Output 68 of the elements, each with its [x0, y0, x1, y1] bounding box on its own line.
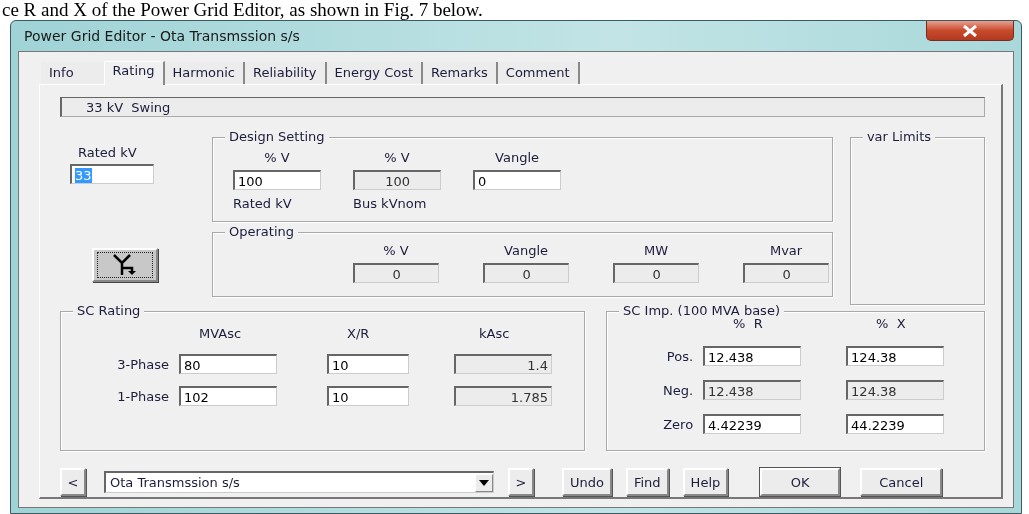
column-header: kAsc	[478, 326, 510, 342]
tab[interactable]: Rating	[103, 61, 165, 85]
row-label: 1-Phase	[116, 388, 170, 404]
caret-icon[interactable]	[475, 473, 493, 492]
group-title: SC Imp. (100 MVA base)	[623, 303, 780, 318]
dialog-button[interactable]: Undo	[562, 468, 612, 496]
input-field[interactable]: 10	[327, 386, 409, 406]
group-title: var Limits	[866, 129, 932, 144]
input-field[interactable]: 100	[233, 170, 322, 190]
dialog-button[interactable]: Cancel	[860, 468, 943, 496]
field-label: % V	[264, 150, 290, 166]
station-dropdown[interactable]: Ota Transmssion s/s	[104, 471, 494, 493]
field-label: Vangle	[495, 150, 539, 166]
tab[interactable]: Info	[41, 62, 104, 84]
group-title: SC Rating	[77, 303, 141, 318]
tab[interactable]: Reliability	[245, 62, 327, 84]
next-button[interactable]: >	[508, 468, 534, 496]
input-field[interactable]: 0	[353, 263, 440, 284]
input-field[interactable]: 1.4	[454, 354, 552, 374]
input-field[interactable]: 124.38	[846, 346, 945, 366]
input-field[interactable]: 0	[743, 263, 830, 284]
column-header: % X	[875, 316, 906, 332]
tab[interactable]: Comment	[497, 62, 580, 84]
field-label: % V	[383, 243, 409, 260]
input-field[interactable]: 124.38	[846, 380, 945, 400]
input-field[interactable]: 44.2239	[846, 414, 945, 434]
field-caption: Bus kVnom	[353, 196, 427, 211]
group-title: Operating	[229, 224, 295, 240]
field-label: Rated kV	[78, 145, 137, 161]
row-label: 3-Phase	[116, 356, 170, 372]
tab[interactable]: Remarks	[423, 62, 498, 84]
input-field[interactable]: 102	[179, 386, 277, 406]
row-label: Zero	[662, 416, 695, 432]
tab[interactable]: Energy Cost	[326, 62, 424, 84]
wye-arrow-icon	[112, 254, 138, 276]
input-field[interactable]: 12.438	[703, 346, 802, 366]
input-field[interactable]: 1.785	[454, 386, 552, 406]
status-field: 33 kV Swing	[60, 97, 985, 117]
field-caption: Rated kV	[233, 196, 292, 211]
column-header: % R	[732, 316, 763, 332]
input-field[interactable]: 4.42239	[703, 414, 802, 434]
input-field[interactable]: 100	[353, 170, 442, 190]
field-label: Mvar	[769, 243, 803, 260]
column-header: X/R	[346, 326, 370, 342]
column-header: MVAsc	[198, 326, 242, 342]
document-text: ce R and X of the Power Grid Editor, as shown in Fig. 7 below.	[1, 0, 484, 20]
input-field[interactable]: 0	[473, 170, 562, 190]
tab[interactable]: Harmonic	[164, 62, 245, 84]
field-label: Vangle	[504, 243, 548, 260]
row-label: Pos.	[665, 348, 695, 364]
input-field[interactable]: 0	[613, 263, 700, 284]
input-field[interactable]: 80	[179, 354, 277, 374]
input-field[interactable]: 0	[483, 263, 570, 284]
input-field[interactable]: 12.438	[703, 380, 802, 400]
dialog-button[interactable]: Find	[625, 468, 669, 496]
close-button[interactable]	[926, 21, 1014, 41]
dropdown-value: Ota Transmssion s/s	[110, 475, 240, 490]
field-label: MW	[644, 243, 669, 260]
dialog-button[interactable]: OK	[760, 468, 841, 496]
close-icon	[960, 24, 980, 37]
dialog-button[interactable]: Help	[682, 468, 729, 496]
previous-button[interactable]: <	[60, 468, 86, 496]
ground-button[interactable]	[92, 248, 158, 282]
input-field[interactable]: 10	[327, 354, 409, 374]
group-title: Design Setting	[229, 129, 325, 144]
window-title: Power Grid Editor - Ota Transmssion s/s	[23, 28, 300, 44]
row-label: Neg.	[662, 382, 695, 398]
field-label: % V	[384, 150, 410, 166]
